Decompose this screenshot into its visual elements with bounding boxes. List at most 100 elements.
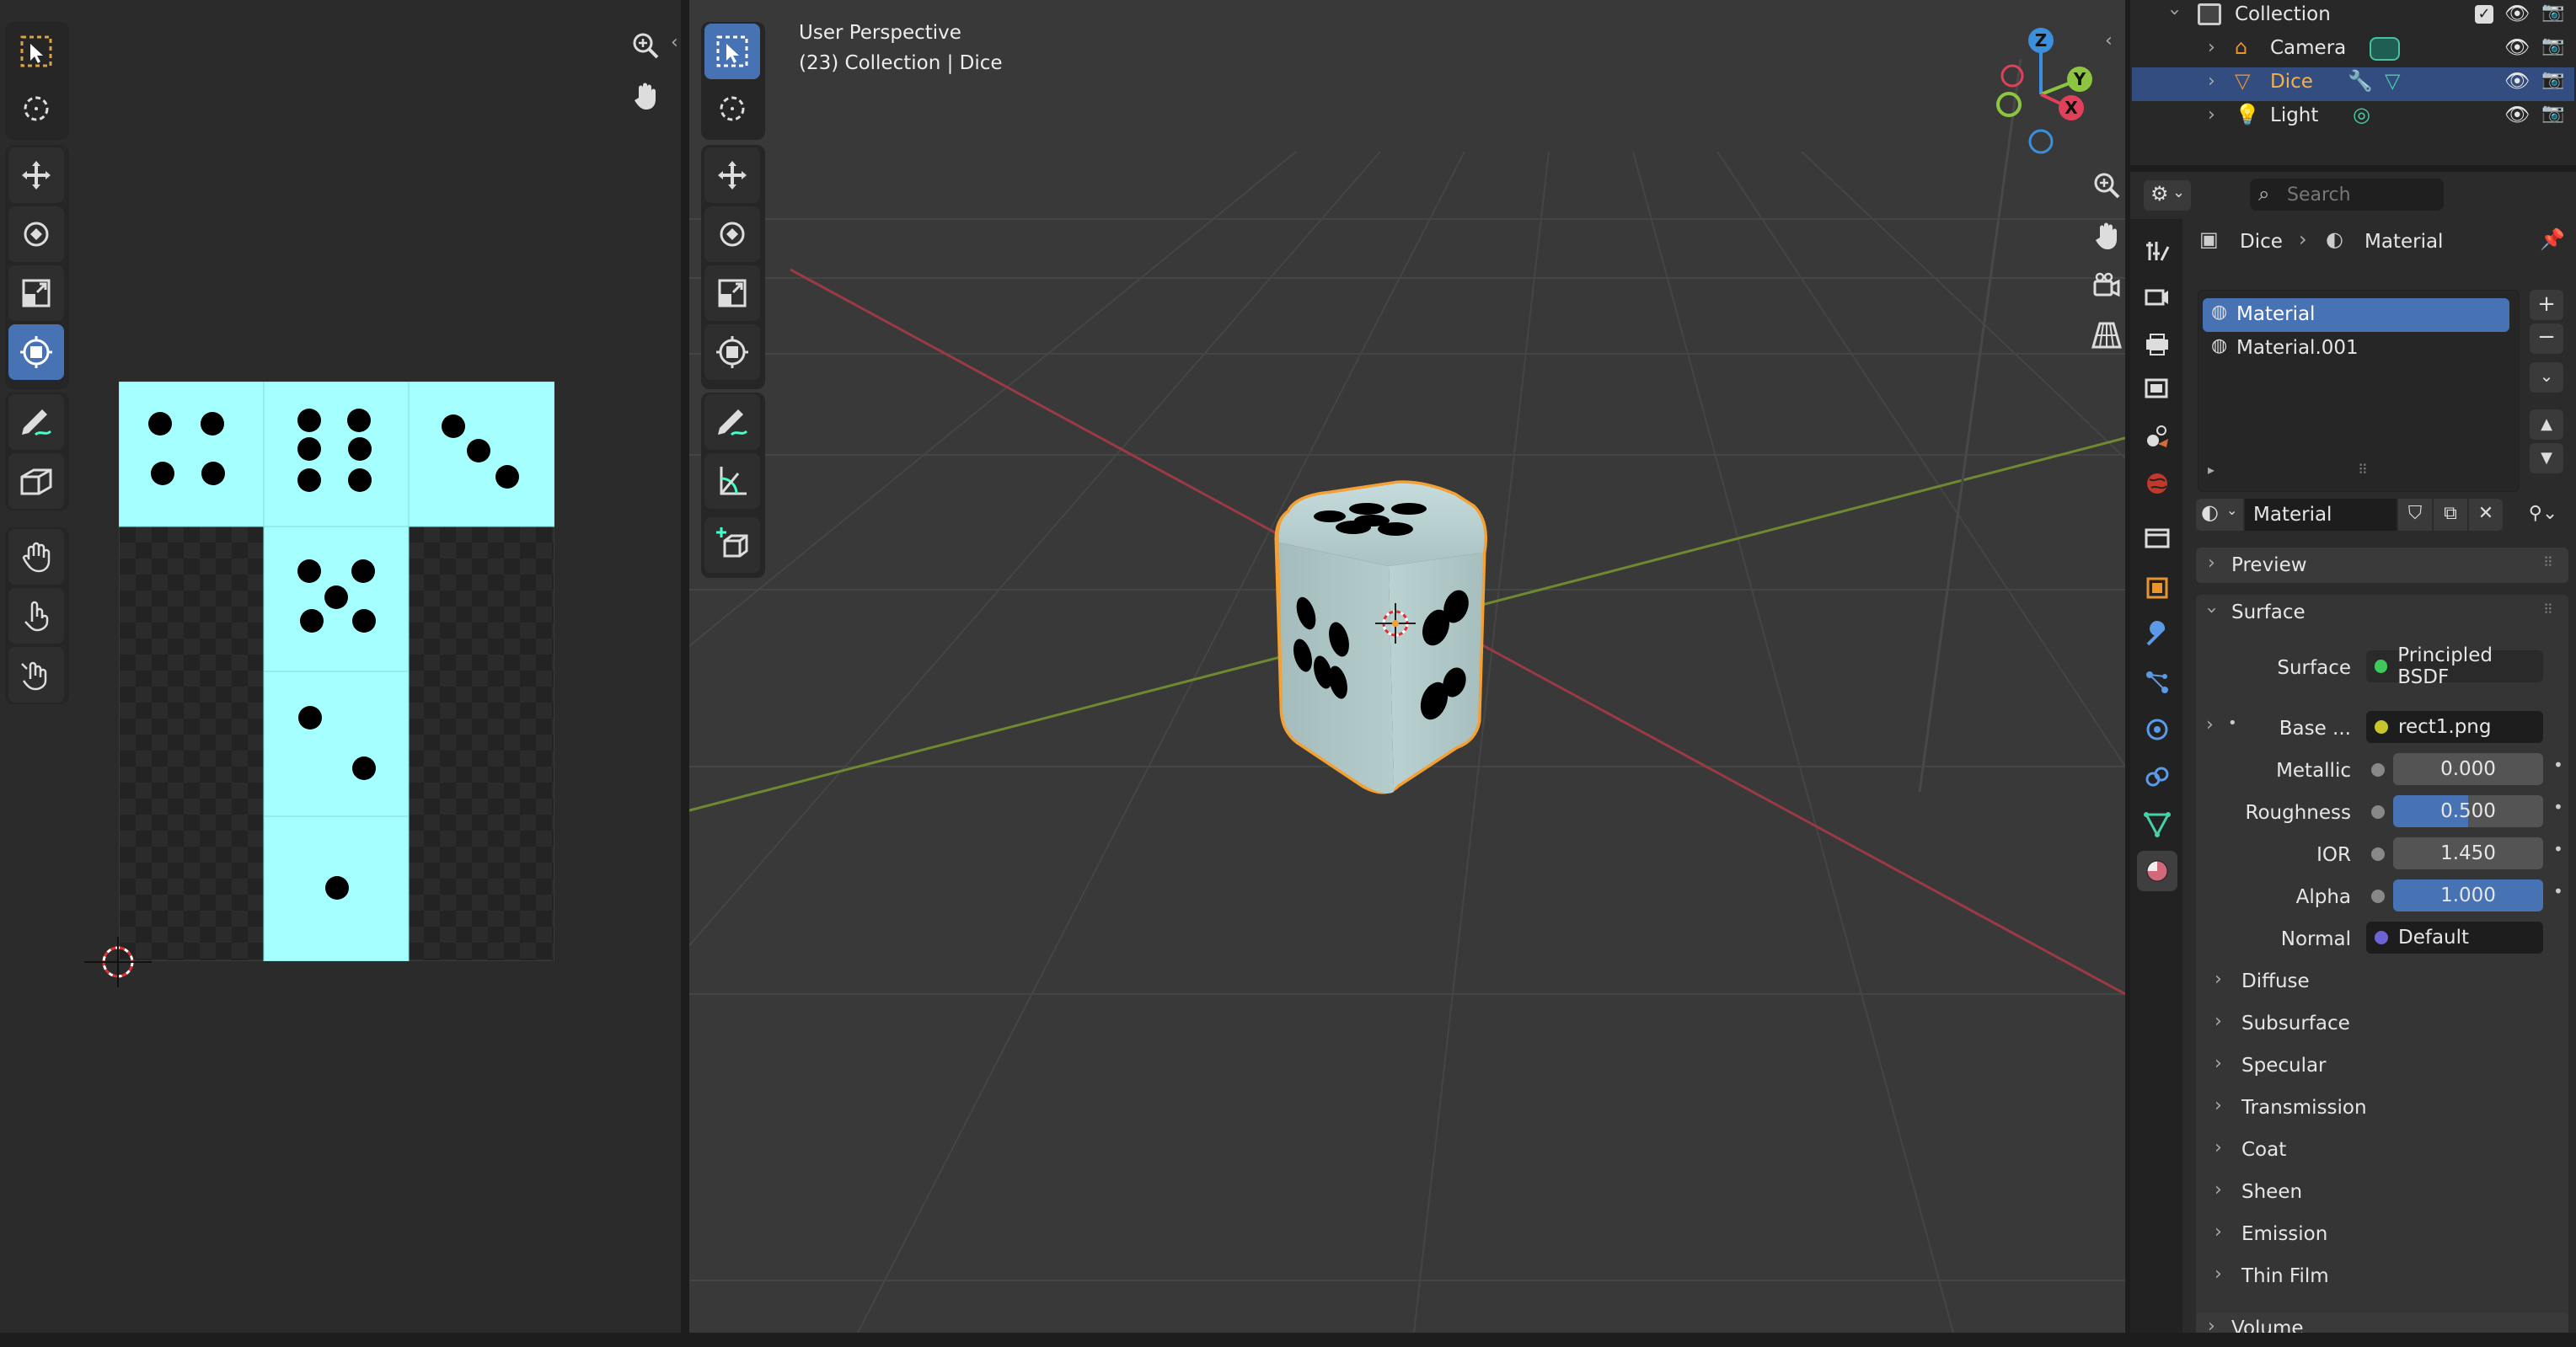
tab-render[interactable] xyxy=(2137,276,2177,317)
outliner[interactable]: › Collection ✓ 👁 📷 › ⌂ Camera 👁 📷 › ▽ Di… xyxy=(2130,0,2576,165)
fake-user-button[interactable]: ⛉ xyxy=(2398,499,2432,531)
expand-chevron-icon[interactable]: › xyxy=(2164,8,2185,16)
viewport-camera-view-button[interactable] xyxy=(2086,266,2125,307)
viewport-zoom-button[interactable] xyxy=(2086,165,2125,206)
surface-shader-field[interactable]: Principled BSDF xyxy=(2366,644,2543,688)
subpanel-subsurface[interactable]: › Subsurface xyxy=(2206,1006,2560,1041)
uv-tool-grab[interactable] xyxy=(8,529,64,585)
properties-search-input[interactable]: ⌕ Search xyxy=(2250,179,2444,211)
eye-icon[interactable]: 👁 xyxy=(2504,2,2530,25)
tab-world[interactable] xyxy=(2137,463,2177,504)
list-expand-icon[interactable]: ▸ xyxy=(2208,462,2215,478)
list-resize-grip-icon[interactable]: ⠿ xyxy=(2358,462,2368,478)
material-browse-button[interactable]: ◐ ⌄ xyxy=(2196,499,2243,531)
vp-tool-measure[interactable] xyxy=(704,453,760,509)
panel-volume-header[interactable]: › Volume xyxy=(2196,1312,2568,1333)
render-camera-icon[interactable]: 📷 xyxy=(2541,103,2564,124)
ior-field[interactable]: 1.450 xyxy=(2393,837,2543,869)
tab-constraints[interactable] xyxy=(2137,756,2177,797)
tab-output[interactable] xyxy=(2137,323,2177,364)
animate-dot-icon[interactable]: • xyxy=(2553,755,2563,775)
vp-tool-annotate[interactable] xyxy=(704,394,760,450)
outliner-row-collection[interactable]: › Collection ✓ 👁 📷 xyxy=(2130,0,2568,34)
uv-tool-rotate[interactable] xyxy=(8,206,64,262)
expand-chevron-icon[interactable]: › xyxy=(2208,71,2215,92)
tab-mesh-data[interactable] xyxy=(2137,804,2177,844)
viewport-collapse-arrow[interactable]: ‹ xyxy=(2105,30,2113,51)
vp-tool-rotate[interactable] xyxy=(704,206,760,262)
slot-specials-button[interactable]: ⌄ xyxy=(2530,362,2563,393)
slot-move-down-button[interactable]: ▼ xyxy=(2530,443,2563,473)
tab-object[interactable] xyxy=(2137,568,2177,608)
material-slot-row-active[interactable]: ◍ Material xyxy=(2203,298,2509,332)
slot-add-button[interactable]: + xyxy=(2530,290,2563,320)
subpanel-thin-film[interactable]: › Thin Film xyxy=(2206,1259,2560,1294)
outliner-row-camera[interactable]: › ⌂ Camera 👁 📷 xyxy=(2130,34,2568,67)
3d-viewport[interactable]: User Perspective (23) Collection | Dice xyxy=(689,0,2125,1333)
expand-chevron-icon[interactable]: › xyxy=(2208,37,2215,58)
material-slot-row[interactable]: ◍ Material.001 xyxy=(2203,332,2509,366)
tab-scene[interactable] xyxy=(2137,416,2177,457)
drag-grip-icon[interactable]: ⠿ xyxy=(2543,554,2553,570)
light-data-icon[interactable]: ◎ xyxy=(2353,103,2370,126)
animate-dot-icon[interactable]: • xyxy=(2553,797,2563,817)
uv-tool-move[interactable] xyxy=(8,147,64,203)
tab-view-layer[interactable] xyxy=(2137,369,2177,409)
subpanel-sheen[interactable]: › Sheen xyxy=(2206,1174,2560,1210)
material-name-field[interactable]: Material xyxy=(2245,499,2397,531)
base-color-field[interactable]: rect1.png xyxy=(2366,711,2543,743)
uv-tool-transform[interactable] xyxy=(8,324,64,380)
expand-chevron-icon[interactable]: › xyxy=(2208,104,2215,126)
drag-grip-icon[interactable]: ⠿ xyxy=(2543,601,2553,617)
uv-tool-cursor[interactable] xyxy=(8,81,64,136)
vp-tool-add-cube[interactable] xyxy=(704,517,760,573)
uv-tool-rip[interactable] xyxy=(8,453,64,509)
subpanel-transmission[interactable]: › Transmission xyxy=(2206,1090,2560,1125)
properties-editor[interactable]: ⚙ ⌄ ⌕ Search ▣ Dice › ◐ Material 📌 ◍ Mat… xyxy=(2130,172,2576,1333)
uv-collapse-arrow[interactable]: ‹ xyxy=(671,32,678,53)
pin-icon[interactable]: 📌 xyxy=(2540,227,2565,251)
tab-modifiers[interactable] xyxy=(2137,615,2177,655)
panel-preview-header[interactable]: › Preview ⠿ xyxy=(2196,548,2568,583)
subpanel-specular[interactable]: › Specular xyxy=(2206,1048,2560,1083)
alpha-field[interactable]: 1.000 xyxy=(2393,879,2543,911)
uv-tool-select-box[interactable] xyxy=(8,24,64,79)
eye-icon[interactable]: 👁 xyxy=(2504,69,2530,93)
node-link-dropdown[interactable]: ⚲⌄ xyxy=(2518,499,2568,531)
eye-icon[interactable]: 👁 xyxy=(2504,103,2530,126)
render-camera-icon[interactable]: 📷 xyxy=(2541,69,2564,90)
eye-icon[interactable]: 👁 xyxy=(2504,35,2530,59)
animate-dot-icon[interactable]: • xyxy=(2553,839,2563,859)
tab-particles[interactable] xyxy=(2137,662,2177,703)
vp-tool-scale[interactable] xyxy=(704,265,760,321)
mesh-data-icon[interactable]: ▽ xyxy=(2385,69,2400,93)
checkbox-checked-icon[interactable]: ✓ xyxy=(2475,5,2493,24)
uv-tool-relax[interactable] xyxy=(8,588,64,644)
navigation-gizmo[interactable]: Z Y X xyxy=(1979,20,2113,163)
normal-field[interactable]: Default xyxy=(2366,922,2543,954)
modifier-wrench-icon[interactable]: 🔧 xyxy=(2348,69,2373,93)
uv-tool-pinch[interactable] xyxy=(8,647,64,703)
tab-material[interactable] xyxy=(2137,851,2177,891)
tab-physics[interactable] xyxy=(2137,709,2177,750)
uv-pan-button[interactable] xyxy=(625,76,666,116)
render-camera-icon[interactable]: 📷 xyxy=(2541,2,2564,23)
editor-type-dropdown[interactable]: ⚙ ⌄ xyxy=(2144,180,2191,211)
panel-surface-header[interactable]: › Surface ⠿ xyxy=(2196,595,2568,630)
animate-dot-icon[interactable]: • xyxy=(2553,881,2563,901)
outliner-row-dice[interactable]: › ▽ Dice 🔧 ▽ 👁 📷 xyxy=(2132,67,2574,101)
roughness-field[interactable]: 0.500 xyxy=(2393,795,2543,827)
slot-move-up-button[interactable]: ▲ xyxy=(2530,409,2563,440)
render-camera-icon[interactable]: 📷 xyxy=(2541,35,2564,56)
metallic-field[interactable]: 0.000 xyxy=(2393,753,2543,785)
duplicate-material-button[interactable]: ⧉ xyxy=(2434,499,2467,531)
tab-collection[interactable] xyxy=(2137,517,2177,558)
uv-tool-scale[interactable] xyxy=(8,265,64,321)
subpanel-diffuse[interactable]: › Diffuse xyxy=(2206,964,2560,999)
subpanel-emission[interactable]: › Emission xyxy=(2206,1216,2560,1252)
slot-remove-button[interactable]: − xyxy=(2530,323,2563,354)
outliner-row-light[interactable]: › 💡 Light ◎ 👁 📷 xyxy=(2130,101,2568,135)
viewport-pan-button[interactable] xyxy=(2086,216,2125,256)
vp-tool-cursor[interactable] xyxy=(704,81,760,136)
camera-data-icon[interactable] xyxy=(2370,37,2400,61)
